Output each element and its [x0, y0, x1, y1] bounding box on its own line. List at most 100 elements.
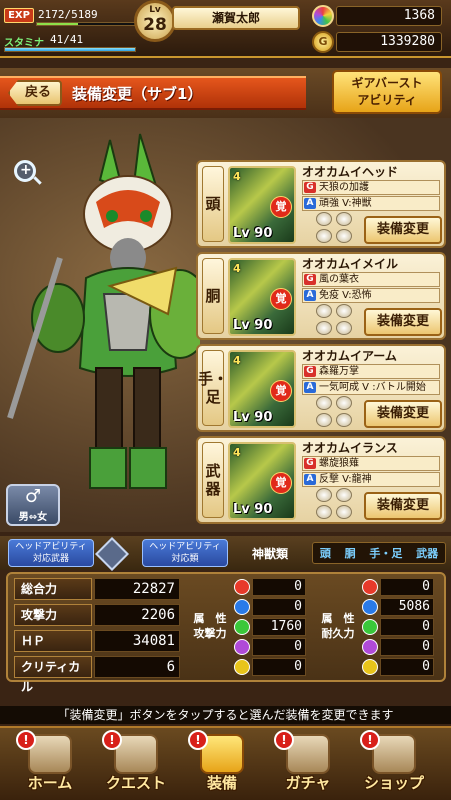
change-equipment-button[interactable]: 装備変更: [364, 400, 442, 428]
element-orb-icon: [234, 599, 250, 615]
gem-slot-empty: [336, 212, 352, 226]
stat-value: 22827: [94, 578, 180, 600]
equipment-level: Lv 90: [233, 226, 273, 241]
part-head: 頭: [319, 547, 331, 560]
help-text: 「装備変更」ボタンをタップすると選んだ装備を変更できます: [0, 706, 451, 724]
armor-ability-badge: A: [304, 198, 316, 209]
bottom-nav: ! ホーム ! クエスト ! 装備 ! ガチャ ! ショップ: [0, 726, 451, 800]
alert-icon: !: [188, 730, 208, 750]
ability-parts-indicator: 頭 胴 手・足 武器: [312, 542, 446, 564]
equip-slot-body[interactable]: 胴 4 覚 Lv 90 オオカムイメイル G 風の葉衣 A 免疫 V:恐怖 装備変更: [196, 252, 446, 340]
alert-icon: !: [360, 730, 380, 750]
alert-icon: !: [274, 730, 294, 750]
armor-ability: A 頑強 V:神獣: [302, 196, 440, 211]
gem-slot-empty: [316, 229, 332, 243]
zoom-icon[interactable]: +: [14, 160, 36, 182]
back-button[interactable]: 戻る: [8, 80, 62, 106]
element-attack-row: 0: [234, 598, 310, 616]
awakened-badge: 覚: [270, 380, 292, 402]
gender-label: 男⇔女: [18, 512, 48, 523]
change-equipment-button[interactable]: 装備変更: [364, 492, 442, 520]
gem-slot-empty: [316, 505, 332, 519]
stat-critical: クリティカル 6: [14, 656, 182, 694]
stat-hp: ＨＰ 34081: [14, 630, 182, 652]
nav-equipment[interactable]: ! 装備: [182, 730, 262, 800]
gem-slot-empty: [336, 413, 352, 427]
gem-slot-empty: [336, 229, 352, 243]
nav-gacha[interactable]: ! ガチャ: [268, 730, 348, 800]
gem-icon[interactable]: [312, 5, 334, 27]
element-attack-label: 属 性攻撃力: [193, 612, 227, 640]
status-bar: EXP 2172/5189 スタミナ 41/41 Lv 28 瀬賀太郎 1368…: [0, 0, 451, 58]
change-equipment-button[interactable]: 装備変更: [364, 308, 442, 336]
head-ability-weapon-tag: ヘッドアビリティ 対応武器: [8, 539, 94, 567]
gear-burst-ability-button[interactable]: ギアバースト アビリティ: [332, 70, 442, 114]
alert-icon: !: [16, 730, 36, 750]
exp-bar: [36, 22, 136, 26]
equipment-level: Lv 90: [233, 318, 273, 333]
element-value: 0: [252, 638, 306, 656]
gem-slot-empty: [316, 321, 332, 335]
gem-slot-empty: [316, 304, 332, 318]
equipment-level: Lv 90: [233, 502, 273, 517]
exp-value: 2172/5189: [38, 8, 98, 21]
gem-slot-empty: [316, 413, 332, 427]
change-equipment-button[interactable]: 装備変更: [364, 216, 442, 244]
element-orb-icon: [234, 639, 250, 655]
equipment-thumbnail[interactable]: 4 覚 Lv 90: [228, 350, 296, 428]
player-name[interactable]: 瀬賀太郎: [172, 6, 300, 30]
nav-shop[interactable]: ! ショップ: [354, 730, 434, 800]
element-attack-row: 0: [234, 658, 310, 676]
exp-bar-fill: [37, 23, 79, 25]
armor-ability: A 免疫 V:恐怖: [302, 288, 440, 303]
stamina-bar: [4, 47, 136, 52]
nav-label: ショップ: [363, 774, 424, 792]
element-attack-row: 1760: [234, 618, 310, 636]
equip-slot-arms[interactable]: 手・足 4 覚 Lv 90 オオカムイアーム G 森羅万掌 A 一気呵成 V :バト…: [196, 344, 446, 432]
equipment-name: オオカムイランス: [302, 441, 398, 455]
stamina-bar-fill: [5, 48, 135, 51]
gender-toggle-button[interactable]: ♂ 男⇔女: [6, 484, 60, 526]
gem-slot-empty: [336, 321, 352, 335]
stat-total-power: 総合力 22827: [14, 578, 182, 600]
gem-slot-empty: [316, 488, 332, 502]
part-body: 胴: [344, 547, 356, 560]
equip-slot-weapon[interactable]: 武器 4 覚 Lv 90 オオカムイランス G 螺旋狼薙 A 反撃 V:龍神 装備変…: [196, 436, 446, 524]
element-orb-icon: [234, 579, 250, 595]
gem-slot-empty: [336, 304, 352, 318]
equipment-thumbnail[interactable]: 4 覚 Lv 90: [228, 166, 296, 244]
gem-slot-empty: [336, 505, 352, 519]
element-value: 1760: [252, 618, 306, 636]
element-defense-row: 0: [362, 618, 438, 636]
element-orb-icon: [234, 619, 250, 635]
nav-quest[interactable]: ! クエスト: [96, 730, 176, 800]
coin-icon: G: [312, 31, 334, 53]
level-number: 28: [143, 15, 167, 35]
equip-slot-head[interactable]: 頭 4 覚 Lv 90 オオカムイヘッド G 天狼の加護 A 頑強 V:神獣 装備変…: [196, 160, 446, 248]
element-value: 0: [380, 638, 434, 656]
gear-ability-badge: G: [304, 366, 316, 377]
element-attack-row: 0: [234, 578, 310, 596]
stat-label: 総合力: [14, 578, 92, 600]
rarity-stars: 4: [233, 170, 241, 183]
element-orb-icon: [362, 619, 378, 635]
equipment-thumbnail[interactable]: 4 覚 Lv 90: [228, 258, 296, 336]
equipment-thumbnail[interactable]: 4 覚 Lv 90: [228, 442, 296, 520]
level-badge: Lv 28: [134, 0, 176, 42]
awakened-badge: 覚: [270, 196, 292, 218]
element-defense-row: 0: [362, 658, 438, 676]
element-orb-icon: [362, 579, 378, 595]
nav-home[interactable]: ! ホーム: [10, 730, 90, 800]
gender-icon: ♂: [24, 486, 42, 507]
element-value: 5086: [380, 598, 434, 616]
awakened-badge: 覚: [270, 288, 292, 310]
gear-ability: G 螺旋狼薙: [302, 456, 440, 471]
element-defense-row: 0: [362, 578, 438, 596]
stat-label: クリティカル: [14, 656, 92, 694]
nav-label: ガチャ: [285, 774, 331, 792]
element-value: 0: [380, 658, 434, 676]
alert-icon: !: [102, 730, 122, 750]
gear-ability: G 風の葉衣: [302, 272, 440, 287]
stat-attack: 攻撃力 2206: [14, 604, 182, 626]
element-defense-label: 属 性耐久力: [321, 612, 355, 640]
